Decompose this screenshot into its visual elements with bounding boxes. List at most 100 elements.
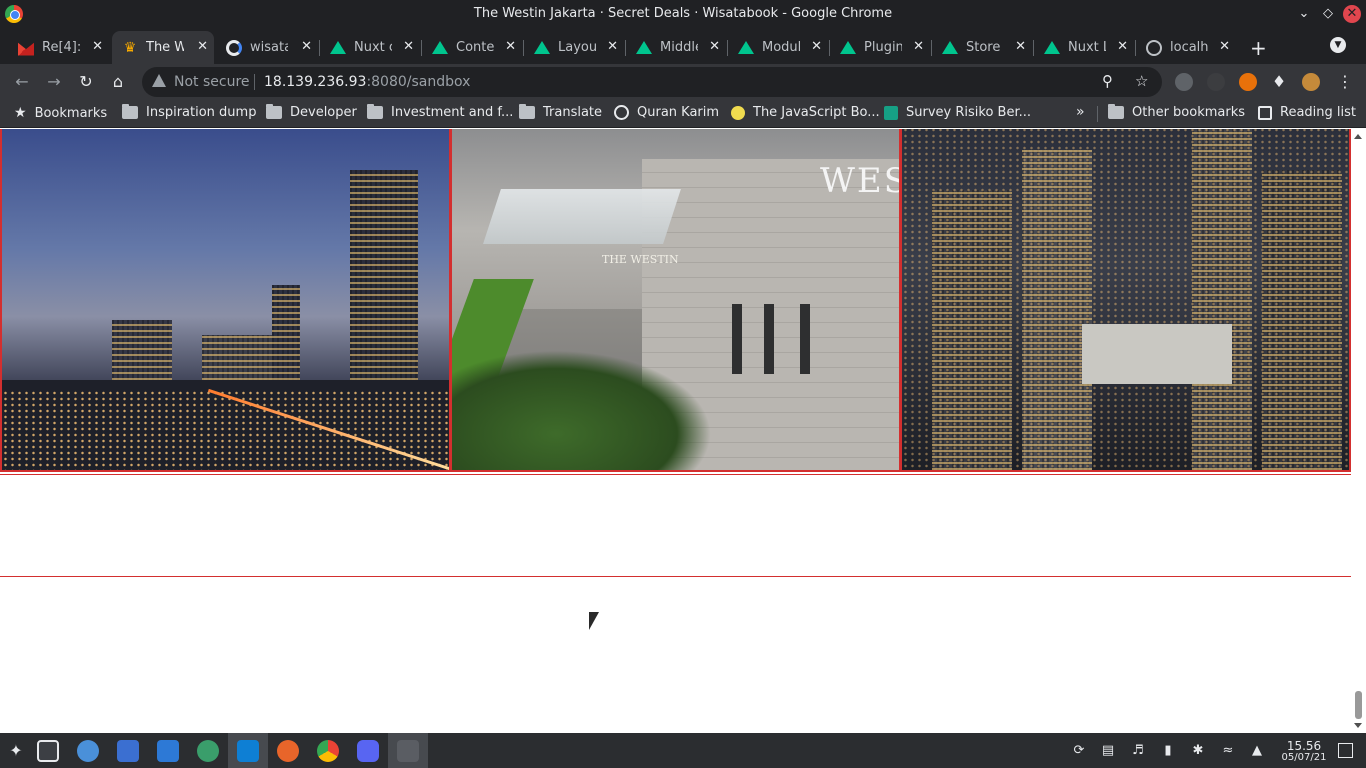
home-icon[interactable]: ⌂ [106,70,130,94]
reading-list-icon [1258,105,1272,120]
tab-localhost[interactable]: localho ✕ [1136,31,1236,64]
back-icon[interactable]: ← [10,70,34,94]
reload-icon[interactable]: ↻ [74,70,98,94]
tab-nuxt-6[interactable]: Plugin ✕ [830,31,930,64]
nuxt-icon [1044,41,1060,54]
close-tab-icon[interactable]: ✕ [913,39,924,54]
close-window-icon[interactable]: ✕ [1343,5,1361,23]
window-slit [800,304,810,374]
bookmark-label: Developer [290,105,357,120]
entrance-canopy [483,189,681,244]
scroll-up-icon[interactable] [1354,134,1362,139]
clipboard-icon[interactable]: ▤ [1100,743,1116,759]
close-tab-icon[interactable]: ✕ [301,39,312,54]
bookmark-javascript-book[interactable]: The JavaScript Bo... [731,105,880,120]
reading-list-label: Reading list [1280,105,1356,120]
bookmark-inspiration-dump[interactable]: Inspiration dump [122,104,256,120]
launcher-icon[interactable]: ✦ [5,740,27,762]
reading-list[interactable]: Reading list [1258,105,1356,120]
close-tab-icon[interactable]: ✕ [403,39,414,54]
bookmark-developer[interactable]: Developer [266,104,357,120]
close-tab-icon[interactable]: ✕ [607,39,618,54]
tab-nuxt-5[interactable]: Modul ✕ [728,31,828,64]
files-icon[interactable] [37,740,59,762]
bookmark-quran-karim[interactable]: Quran Karim [614,105,719,120]
close-tab-icon[interactable]: ✕ [197,39,208,54]
url-text[interactable]: 18.139.236.93:8080/sandbox [264,74,470,90]
tab-nuxt-4[interactable]: Middle ✕ [626,31,726,64]
volume-icon[interactable]: ♬ [1130,743,1146,759]
firefox-icon[interactable] [277,740,299,762]
scroll-down-icon[interactable] [1354,723,1362,728]
forward-icon[interactable]: → [42,70,66,94]
tab-nuxt-1[interactable]: Nuxt c ✕ [320,31,420,64]
page-scrollbar[interactable] [1351,129,1366,733]
close-tab-icon[interactable]: ✕ [92,39,103,54]
url-path: :8080/sandbox [366,74,471,90]
bookmark-label: Quran Karim [637,105,720,120]
bookmarks-bar: ★ Bookmarks Inspiration dump Developer I… [0,100,1366,128]
extension-metamask-icon[interactable] [1239,73,1257,91]
warning-icon[interactable] [152,74,166,87]
bookmark-star-icon[interactable]: ☆ [1135,72,1148,90]
tab-westin[interactable]: ♛ The W ✕ [112,31,214,64]
clock[interactable]: 15.56 05/07/21 [1276,740,1332,764]
minimize-icon[interactable]: ⌄ [1295,5,1313,23]
maximize-icon[interactable]: ◇ [1319,5,1337,23]
bookmark-investment[interactable]: Investment and f... [367,104,514,120]
close-tab-icon[interactable]: ✕ [1117,39,1128,54]
close-tab-icon[interactable]: ✕ [709,39,720,54]
bookmark-label: Investment and f... [391,105,514,120]
bookmark-other[interactable]: Other bookmarks [1108,104,1245,120]
bookmark-translate[interactable]: Translate [519,104,602,120]
menu-kebab-icon[interactable]: ⋮ [1333,70,1357,94]
bluetooth-icon[interactable]: ✱ [1190,743,1206,759]
close-tab-icon[interactable]: ✕ [1015,39,1026,54]
tab-wisata[interactable]: wisata ✕ [216,31,318,64]
tab-nuxt-8[interactable]: Nuxt L ✕ [1034,31,1134,64]
tab-label: Nuxt L [1068,40,1106,55]
scroll-thumb[interactable] [1355,691,1362,719]
close-tab-icon[interactable]: ✕ [811,39,822,54]
show-desktop-icon[interactable] [1338,743,1353,758]
tab-label: localho [1170,40,1208,55]
terminal-icon[interactable] [397,740,419,762]
security-label[interactable]: Not secure [174,74,250,90]
photo-jakarta-skyline-dusk[interactable] [0,129,451,472]
tray-expand-icon[interactable]: ▲ [1249,743,1265,759]
store-icon[interactable] [117,740,139,762]
file-manager-icon[interactable] [157,740,179,762]
folder-icon [122,104,138,119]
photo-jakarta-city-night[interactable] [900,129,1351,472]
battery-icon[interactable]: ▮ [1160,743,1176,759]
extensions-puzzle-icon[interactable]: ♦ [1267,70,1291,94]
canopy-sign: THE WESTIN [602,253,679,266]
extension-spy-icon[interactable] [1175,73,1193,91]
bookmark-bookmarks[interactable]: ★ Bookmarks [14,105,107,121]
discord-icon[interactable] [357,740,379,762]
city-lights [902,129,1349,470]
sync-icon[interactable]: ⟳ [1071,743,1087,759]
tab-gmail[interactable]: Re[4]: I ✕ [8,31,109,64]
app-icon[interactable] [197,740,219,762]
browser-icon[interactable] [77,740,99,762]
bookmark-survey[interactable]: Survey Risiko Ber... [884,105,1031,120]
tab-nuxt-3[interactable]: Layou ✕ [524,31,624,64]
wifi-icon[interactable]: ≈ [1220,743,1236,759]
profile-avatar[interactable] [1302,73,1320,91]
tab-search-icon[interactable]: ▼ [1330,37,1346,53]
zoom-icon[interactable]: ⚲ [1102,72,1113,90]
address-bar[interactable]: Not secure 18.139.236.93:8080/sandbox ⚲ … [142,67,1162,97]
tab-label: Layou [558,40,596,55]
close-tab-icon[interactable]: ✕ [505,39,516,54]
vscode-icon[interactable] [237,740,259,762]
tab-nuxt-7[interactable]: Store c ✕ [932,31,1032,64]
photo-westin-entrance[interactable]: THE WESTIN WES [450,129,901,472]
tab-nuxt-2[interactable]: Conter ✕ [422,31,522,64]
extension-text-icon[interactable] [1207,73,1225,91]
close-tab-icon[interactable]: ✕ [1219,39,1230,54]
tab-label: The W [146,40,184,55]
chevron-double-right-icon[interactable]: » [1076,104,1085,120]
new-tab-icon[interactable]: + [1250,36,1267,60]
chrome-icon[interactable] [317,740,339,762]
